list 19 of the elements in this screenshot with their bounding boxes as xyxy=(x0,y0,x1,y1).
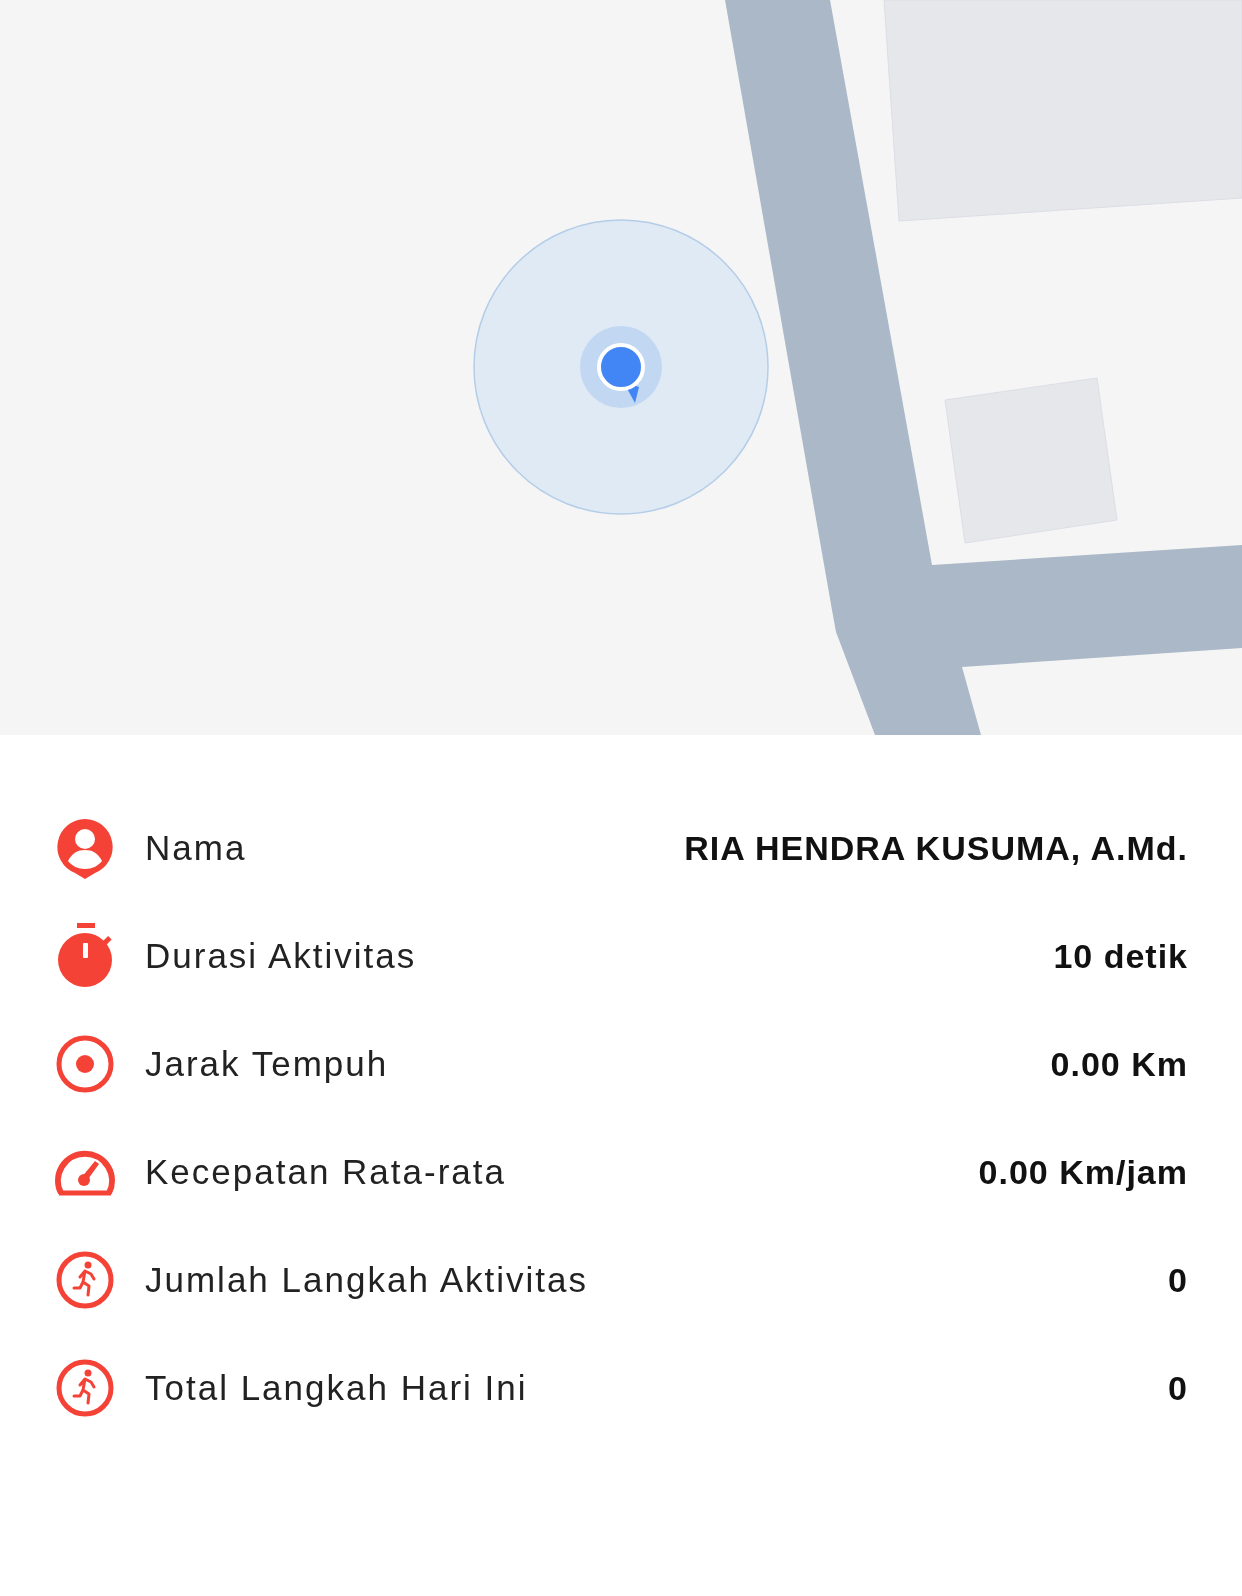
stat-value: 0.00 Km xyxy=(1050,1043,1188,1085)
running-person-icon xyxy=(55,1358,115,1418)
stopwatch-icon xyxy=(55,923,115,989)
stat-value: RIA HENDRA KUSUMA, A.Md. xyxy=(684,827,1188,869)
stat-value: 10 detik xyxy=(1053,935,1188,977)
stat-label: Durasi Aktivitas xyxy=(145,934,417,977)
running-person-icon xyxy=(55,1250,115,1310)
speedometer-icon xyxy=(54,1148,116,1196)
stat-label: Nama xyxy=(145,826,247,869)
stat-value: 0 xyxy=(1168,1367,1188,1409)
target-icon xyxy=(55,1034,115,1094)
person-pin-icon xyxy=(55,817,115,879)
stat-label: Jarak Tempuh xyxy=(145,1042,389,1085)
stat-label: Jumlah Langkah Aktivitas xyxy=(145,1258,588,1301)
stat-value: 0.00 Km/jam xyxy=(978,1151,1188,1193)
stat-value: 0 xyxy=(1168,1259,1188,1301)
stat-label: Total Langkah Hari Ini xyxy=(145,1366,528,1409)
location-marker-icon xyxy=(473,219,769,515)
stat-label: Kecepatan Rata-rata xyxy=(145,1150,506,1193)
